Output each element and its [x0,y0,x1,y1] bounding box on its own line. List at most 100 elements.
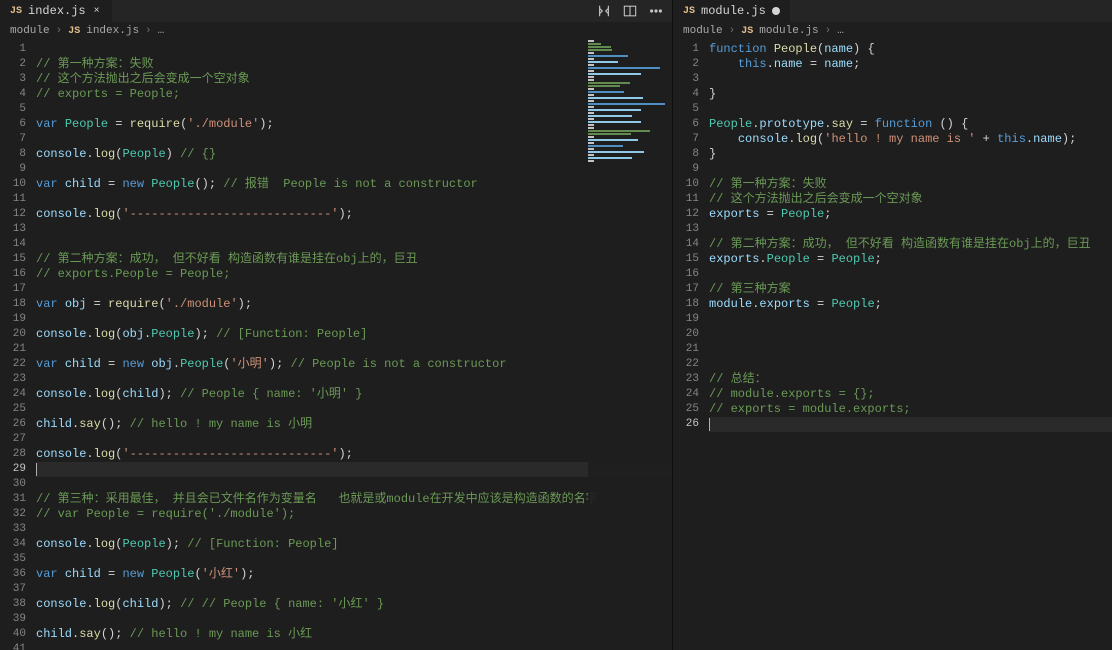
code-line[interactable]: console.log(obj.People); // [Function: P… [36,327,672,342]
code-line[interactable] [709,357,1112,372]
code-line[interactable]: console.log(child); // People { name: '小… [36,387,672,402]
code-line[interactable]: var obj = require('./module'); [36,297,672,312]
tab-label: module.js [701,4,766,18]
right-breadcrumb[interactable]: module › JS module.js › … [673,22,1112,40]
code-line[interactable]: // 第二种方案：成功， 但不好看 构造函数有谁是挂在obj上的，巨丑 [36,252,672,267]
code-line[interactable]: console.log(People); // [Function: Peopl… [36,537,672,552]
close-icon[interactable]: × [92,6,102,17]
code-line[interactable] [36,342,672,357]
code-line[interactable]: this.name = name; [709,57,1112,72]
dirty-indicator-icon[interactable] [772,7,780,15]
code-line[interactable]: // 第一种方案：失败 [709,177,1112,192]
right-pane: JS module.js module › JS module.js › … 1… [673,0,1112,650]
code-line[interactable]: module.exports = People; [709,297,1112,312]
code-line[interactable]: console.log('---------------------------… [36,447,672,462]
code-line[interactable]: var People = require('./module'); [36,117,672,132]
code-line[interactable] [709,102,1112,117]
code-line[interactable]: // 第二种方案：成功， 但不好看 构造函数有谁是挂在obj上的，巨丑 [709,237,1112,252]
code-line[interactable]: // 第三种：采用最佳， 并且会已文件名作为变量名 也就是或module在开发中… [36,492,672,507]
code-line[interactable] [36,312,672,327]
code-line[interactable]: console.log('hello ! my name is ' + this… [709,132,1112,147]
right-gutter: 1234567891011121314151617181920212223242… [673,40,709,650]
code-line[interactable] [709,312,1112,327]
left-code[interactable]: // 第一种方案：失败// 这个方法抛出之后会变成一个空对象// exports… [36,40,672,650]
more-icon[interactable] [648,3,664,19]
code-line[interactable] [709,162,1112,177]
js-file-icon: JS [741,26,753,37]
code-line[interactable]: console.log(People) // {} [36,147,672,162]
tab-module-js[interactable]: JS module.js [673,0,790,22]
code-line[interactable] [709,72,1112,87]
code-line[interactable] [709,417,1112,432]
code-line[interactable] [36,642,672,650]
code-line[interactable]: // 第三种方案 [709,282,1112,297]
code-line[interactable]: // 这个方法抛出之后会变成一个空对象 [709,192,1112,207]
code-line[interactable] [36,432,672,447]
code-line[interactable]: var child = new People(); // 报错 People i… [36,177,672,192]
code-line[interactable]: // 这个方法抛出之后会变成一个空对象 [36,72,672,87]
code-line[interactable] [36,612,672,627]
right-editor[interactable]: 1234567891011121314151617181920212223242… [673,40,1112,650]
left-tabbar: JS index.js × [0,0,672,22]
code-line[interactable]: // 第一种方案：失败 [36,57,672,72]
code-line[interactable]: function People(name) { [709,42,1112,57]
code-line[interactable] [36,192,672,207]
minimap[interactable] [588,40,672,650]
code-line[interactable] [36,42,672,57]
code-line[interactable]: // 总结： [709,372,1112,387]
compare-icon[interactable] [596,3,612,19]
code-line[interactable]: child.say(); // hello ! my name is 小明 [36,417,672,432]
code-line[interactable]: } [709,147,1112,162]
right-code[interactable]: function People(name) { this.name = name… [709,40,1112,650]
code-line[interactable]: } [709,87,1112,102]
code-line[interactable] [36,237,672,252]
layout-icon[interactable] [622,3,638,19]
code-line[interactable] [709,267,1112,282]
js-file-icon: JS [683,6,695,17]
code-line[interactable] [36,582,672,597]
code-line[interactable]: // exports = module.exports; [709,402,1112,417]
breadcrumb-file: index.js [86,25,139,37]
code-line[interactable] [36,522,672,537]
code-line[interactable] [36,477,672,492]
tab-index-js[interactable]: JS index.js × [0,0,112,22]
code-line[interactable]: // module.exports = {}; [709,387,1112,402]
code-line[interactable]: console.log('---------------------------… [36,207,672,222]
left-breadcrumb[interactable]: module › JS index.js › … [0,22,672,40]
code-line[interactable] [709,327,1112,342]
js-file-icon: JS [68,26,80,37]
code-line[interactable]: child.say(); // hello ! my name is 小红 [36,627,672,642]
code-line[interactable]: var child = new People('小红'); [36,567,672,582]
code-line[interactable]: // var People = require('./module'); [36,507,672,522]
code-line[interactable]: // exports.People = People; [36,267,672,282]
editor-root: JS index.js × module › JS index.js › … [0,0,1112,650]
code-line[interactable] [36,222,672,237]
chevron-right-icon: › [145,25,152,37]
code-line[interactable] [36,402,672,417]
tab-label: index.js [28,4,86,18]
code-line[interactable] [36,162,672,177]
editor-action-icons [596,3,672,19]
breadcrumb-folder: module [683,25,723,37]
left-tabgroup: JS index.js × [0,0,596,22]
breadcrumb-file: module.js [759,25,818,37]
code-line[interactable] [36,102,672,117]
code-line[interactable]: People.prototype.say = function () { [709,117,1112,132]
breadcrumb-more: … [158,25,165,37]
code-line[interactable]: // exports = People; [36,87,672,102]
code-line[interactable] [36,132,672,147]
code-line[interactable] [709,222,1112,237]
code-line[interactable] [36,552,672,567]
code-line[interactable]: console.log(child); // // People { name:… [36,597,672,612]
code-line[interactable] [36,372,672,387]
code-line[interactable]: var child = new obj.People('小明'); // Peo… [36,357,672,372]
breadcrumb-folder: module [10,25,50,37]
code-line[interactable]: exports.People = People; [709,252,1112,267]
code-line[interactable] [709,342,1112,357]
left-editor[interactable]: 1234567891011121314151617181920212223242… [0,40,672,650]
code-line[interactable]: exports = People; [709,207,1112,222]
code-line[interactable] [36,282,672,297]
right-tabbar: JS module.js [673,0,1112,22]
code-line[interactable] [36,462,672,477]
left-gutter: 1234567891011121314151617181920212223242… [0,40,36,650]
